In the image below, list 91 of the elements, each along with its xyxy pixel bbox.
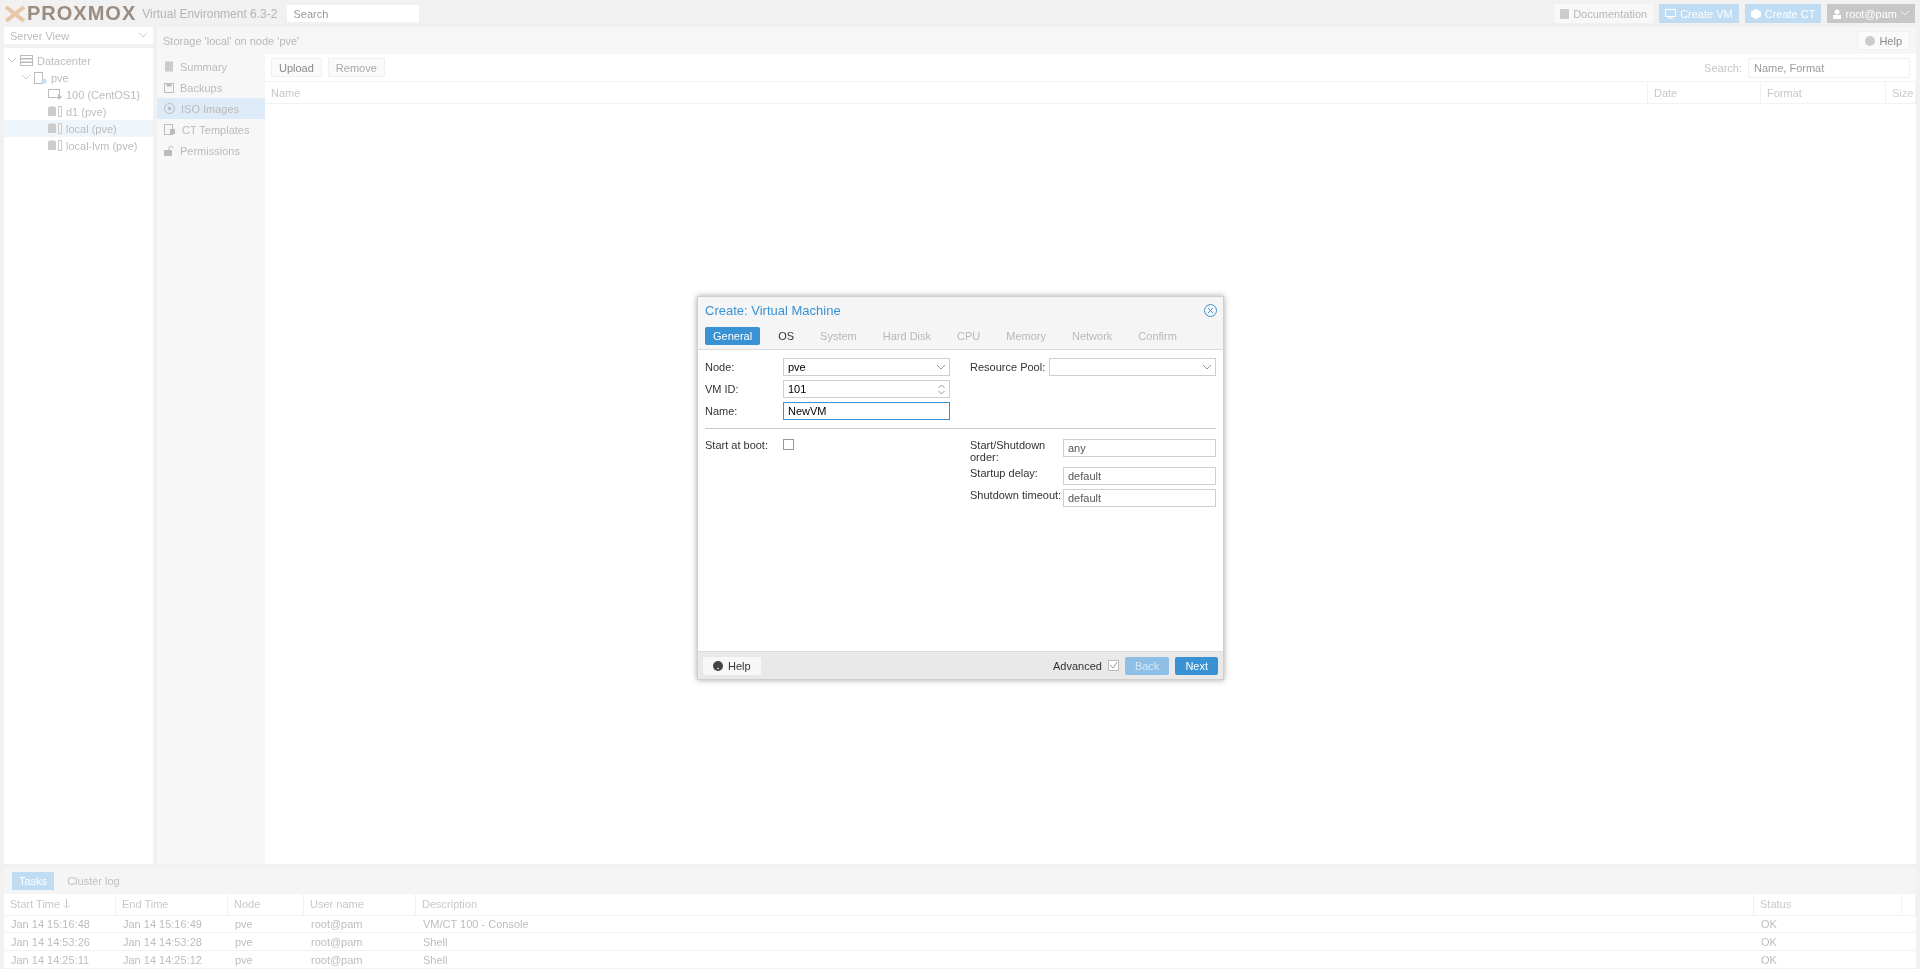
dropdown-caret-icon <box>937 364 945 370</box>
number-field[interactable]: 101 <box>783 380 950 398</box>
field-label: Start/Shutdown order: <box>970 439 1047 463</box>
select-field[interactable] <box>1049 358 1216 376</box>
nav-item[interactable]: CT Templates <box>157 119 265 140</box>
text-field[interactable]: default <box>1063 489 1216 507</box>
table-cell-text: root@pam <box>310 952 364 968</box>
dropdown-caret-icon <box>1203 364 1211 370</box>
search-field[interactable]: Search <box>287 5 420 22</box>
search-field[interactable]: Name, Format <box>1748 57 1910 78</box>
next-button[interactable]: Next <box>1175 656 1218 675</box>
field-label: Name: <box>705 405 739 417</box>
nav-item[interactable]: Backups <box>157 77 265 98</box>
book-icon <box>164 61 174 72</box>
table-cell-text: Jan 14 15:16:49 <box>122 916 203 932</box>
header-button[interactable]: Create CT <box>1744 4 1822 23</box>
server-node-icon <box>34 71 47 84</box>
checkbox[interactable] <box>1107 660 1119 671</box>
version-label: Virtual Environment 6.3-2 <box>142 6 278 21</box>
nav-item[interactable]: Summary <box>157 56 265 77</box>
table-cell-text: Jan 14 14:53:26 <box>10 934 91 950</box>
checkbox[interactable] <box>783 439 794 450</box>
table-cell-text: root@pam <box>310 934 364 950</box>
monitor-icon <box>1665 8 1677 19</box>
table-cell-text: OK <box>1760 934 1778 950</box>
unlock-icon <box>164 145 174 156</box>
book-icon <box>1560 8 1570 19</box>
dialog-title: Create: Virtual Machine <box>705 302 841 318</box>
nav-item[interactable]: ISO Images <box>157 98 265 119</box>
server-rack-icon <box>20 55 33 66</box>
table-cell-text: pve <box>234 934 254 950</box>
table-cell-text: Jan 14 14:53:28 <box>122 934 203 950</box>
header-button[interactable]: Create VM <box>1659 4 1739 23</box>
dropdown-caret-icon <box>139 33 147 38</box>
field-label: Resource Pool: <box>970 361 1047 373</box>
text-field[interactable]: default <box>1063 467 1216 485</box>
table-cell-text: OK <box>1760 952 1778 968</box>
text-field[interactable]: any <box>1063 439 1216 457</box>
user-menu-button[interactable]: root@pam <box>1827 4 1915 23</box>
database-icon <box>48 140 62 151</box>
table-cell-text: pve <box>234 916 254 932</box>
search-label: Search: <box>1704 61 1742 74</box>
tree-item[interactable]: 100 (CentOS1) <box>4 86 153 103</box>
field-label: Startup delay: <box>970 467 1039 479</box>
text-field[interactable]: NewVM <box>783 402 950 420</box>
table-cell-text: VM/CT 100 - Console <box>422 916 530 932</box>
view-selector[interactable]: Server View <box>4 27 153 44</box>
field-label: Shutdown timeout: <box>970 489 1063 501</box>
tree-item[interactable]: d1 (pve) <box>4 103 153 120</box>
table-cell-text: pve <box>234 952 254 968</box>
tab[interactable]: Tasks <box>12 871 55 890</box>
logo-text: PROXMOX <box>27 2 137 25</box>
tree-item[interactable]: local (pve) <box>4 120 153 137</box>
table-cell-text: OK <box>1760 916 1778 932</box>
spinner-arrows-icon <box>938 383 945 395</box>
table-cell-text: root@pam <box>310 916 364 932</box>
select-field[interactable]: pve <box>783 358 950 376</box>
header-button[interactable]: Documentation <box>1554 4 1654 23</box>
file-icon <box>164 124 176 135</box>
tree-item[interactable]: Datacenter <box>4 52 153 69</box>
field-label: Start at boot: <box>705 439 769 451</box>
panel-title: Storage 'local' on node 'pve' <box>163 34 300 47</box>
dropdown-caret-icon <box>22 75 30 80</box>
table-cell-text: Shell <box>422 934 449 950</box>
monitor-icon <box>48 89 62 100</box>
database-icon <box>48 123 62 134</box>
tree-item[interactable]: pve <box>4 69 153 86</box>
field-label: VM ID: <box>705 383 740 395</box>
database-icon <box>48 106 62 117</box>
tree-item[interactable]: local-lvm (pve) <box>4 137 153 154</box>
logo-x-icon <box>5 5 25 22</box>
dropdown-caret-icon <box>1901 11 1909 16</box>
advanced-label: Advanced <box>1052 659 1102 672</box>
cube-icon <box>1750 8 1761 19</box>
table-cell-text: Jan 14 14:25:12 <box>122 952 203 968</box>
dropdown-caret-icon <box>8 58 16 63</box>
help-button[interactable]: Help <box>1857 31 1910 50</box>
help-icon <box>713 660 723 671</box>
toolbar-button[interactable]: Upload <box>271 58 322 77</box>
table-cell-text: Jan 14 14:25:11 <box>10 952 91 968</box>
wizard-tab[interactable]: General <box>705 327 761 345</box>
wizard-tab[interactable]: OS <box>770 327 803 345</box>
user-icon <box>1833 8 1842 19</box>
table-cell-text: Jan 14 15:16:48 <box>10 916 91 932</box>
nav-item[interactable]: Permissions <box>157 140 265 161</box>
help-button[interactable]: Help <box>703 656 761 675</box>
table-cell-text: Shell <box>422 952 449 968</box>
field-label: Node: <box>705 361 736 373</box>
help-icon <box>1865 35 1876 46</box>
disc-icon <box>164 103 175 114</box>
close-icon[interactable] <box>1204 303 1217 317</box>
